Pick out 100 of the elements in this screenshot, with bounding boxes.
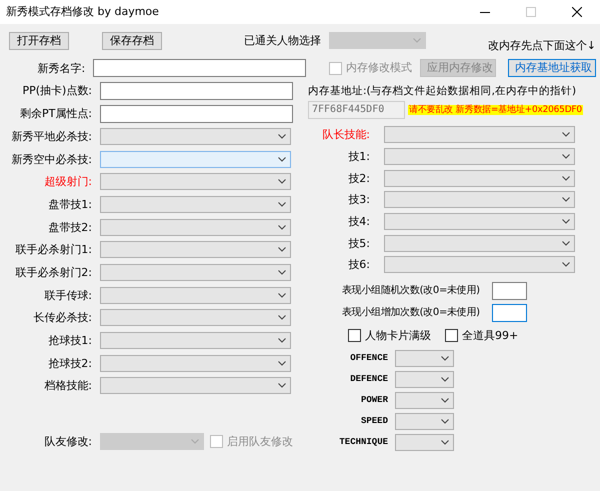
- chevron-down-icon: [278, 247, 286, 252]
- field-label: 技1:: [347, 150, 370, 164]
- chevron-down-icon: [441, 376, 449, 382]
- field-label: 表现小组随机次数(改0=未使用): [342, 284, 481, 297]
- dropdown[interactable]: [100, 354, 291, 372]
- field-label: PP(抽卡)点数:: [21, 84, 92, 98]
- dropdown[interactable]: [100, 150, 291, 168]
- dropdown[interactable]: [384, 191, 575, 208]
- dropdown[interactable]: [100, 309, 291, 326]
- dropdown[interactable]: [100, 377, 291, 394]
- close-icon[interactable]: [572, 7, 582, 17]
- chevron-down-icon: [278, 383, 286, 388]
- warning-text: 请不要乱改 新秀数据=基地址+0x2065DF0: [408, 104, 583, 116]
- field-label: 档格技能:: [43, 379, 92, 393]
- chevron-down-icon: [278, 292, 286, 298]
- input-field[interactable]: [93, 59, 306, 78]
- input-field[interactable]: [100, 82, 293, 100]
- dropdown[interactable]: [395, 350, 454, 367]
- memory-button[interactable]: 内存基地址获取: [508, 59, 596, 77]
- field-label: 技6:: [347, 258, 370, 272]
- address-label: 内存基地址:(与存档文件起始数据相同,在内存中的指针): [308, 85, 576, 99]
- field-label: 新秀名字:: [36, 62, 86, 75]
- chevron-down-icon: [441, 440, 449, 445]
- dropdown-label: 已通关人物选择: [244, 34, 321, 48]
- stat-label: DEFENCE: [349, 374, 388, 385]
- checkbox[interactable]: [445, 329, 458, 342]
- field-label: 技4:: [347, 215, 370, 228]
- dropdown[interactable]: [395, 412, 454, 430]
- chevron-down-icon: [278, 156, 286, 162]
- dropdown[interactable]: [395, 392, 454, 409]
- checkbox-label: 全道具99+: [462, 329, 518, 342]
- checkbox-label: 内存修改模式: [346, 61, 412, 75]
- chevron-down-icon: [441, 356, 449, 361]
- input-field[interactable]: [492, 282, 527, 300]
- dropdown[interactable]: [395, 370, 454, 388]
- field-label: 盘带技1:: [47, 198, 92, 212]
- field-label: 新秀平地必杀技:: [10, 130, 92, 143]
- chevron-down-icon: [278, 315, 286, 320]
- chevron-down-icon: [278, 270, 286, 276]
- chevron-down-icon: [278, 224, 286, 230]
- chevron-down-icon: [562, 132, 570, 138]
- dropdown[interactable]: [100, 332, 291, 350]
- toolbar-button[interactable]: 保存存档: [102, 32, 162, 50]
- dropdown[interactable]: [100, 218, 291, 236]
- field-label: 联手必杀射门2:: [14, 266, 92, 280]
- field-label: 抢球技1:: [47, 334, 92, 348]
- field-label: 联手必杀射门1:: [14, 243, 92, 256]
- chevron-down-icon: [562, 154, 570, 160]
- field-label: 联手传球:: [43, 288, 92, 302]
- field-label: 剩余PT属性点:: [18, 107, 92, 120]
- dropdown[interactable]: [384, 126, 575, 144]
- checkbox-label: 启用队友修改: [227, 435, 293, 448]
- chevron-down-icon: [413, 38, 421, 43]
- stat-label: TECHNIQUE: [338, 436, 388, 448]
- dropdown[interactable]: [384, 234, 575, 252]
- dropdown[interactable]: [384, 213, 575, 230]
- field-label: 超级射门:: [43, 175, 92, 188]
- field-label: 盘带技2:: [47, 220, 92, 234]
- dropdown[interactable]: [384, 170, 575, 187]
- field-label: 技2:: [347, 172, 370, 185]
- chevron-down-icon: [562, 219, 570, 224]
- chevron-down-icon: [278, 179, 286, 184]
- input-field[interactable]: [492, 304, 527, 322]
- chevron-down-icon: [278, 134, 286, 139]
- dropdown[interactable]: [100, 128, 291, 145]
- chevron-down-icon: [562, 176, 570, 181]
- field-label: 新秀空中必杀技:: [10, 152, 92, 166]
- chevron-down-icon: [278, 338, 286, 344]
- stat-label: POWER: [360, 394, 388, 406]
- window-title: 新秀模式存档修改 by daymoe: [6, 5, 160, 19]
- field-label: 表现小组增加次数(改0=未使用): [342, 306, 481, 319]
- address-field[interactable]: 7FF68F445DF0: [308, 101, 405, 119]
- dropdown[interactable]: [100, 196, 291, 213]
- hint-text: 改内存先点下面这个↓: [488, 39, 596, 52]
- checkbox-label: 人物卡片满级: [365, 329, 431, 342]
- dropdown[interactable]: [384, 148, 575, 166]
- chevron-down-icon: [562, 262, 570, 268]
- field-label: 队友修改:: [43, 435, 92, 448]
- dropdown[interactable]: [100, 241, 291, 258]
- chevron-down-icon: [441, 398, 449, 403]
- input-field[interactable]: [100, 104, 293, 123]
- dropdown[interactable]: [100, 286, 291, 304]
- dropdown[interactable]: [100, 264, 291, 282]
- chevron-down-icon: [441, 418, 449, 424]
- chevron-down-icon: [191, 439, 199, 444]
- stat-label: SPEED: [360, 416, 388, 427]
- field-label: 技5:: [347, 236, 370, 250]
- toolbar-button[interactable]: 打开存档: [9, 32, 69, 50]
- checkbox[interactable]: [348, 329, 361, 342]
- chevron-down-icon: [562, 240, 570, 246]
- field-label: 抢球技2:: [47, 356, 92, 370]
- field-label: 长传必杀技:: [32, 311, 92, 324]
- field-label: 技3:: [347, 193, 370, 206]
- dropdown[interactable]: [384, 256, 575, 274]
- chevron-down-icon: [278, 202, 286, 207]
- maximize-icon[interactable]: [526, 7, 536, 17]
- stat-label: OFFENCE: [349, 352, 388, 364]
- dropdown[interactable]: [100, 173, 291, 190]
- chevron-down-icon: [278, 360, 286, 366]
- dropdown[interactable]: [395, 434, 454, 451]
